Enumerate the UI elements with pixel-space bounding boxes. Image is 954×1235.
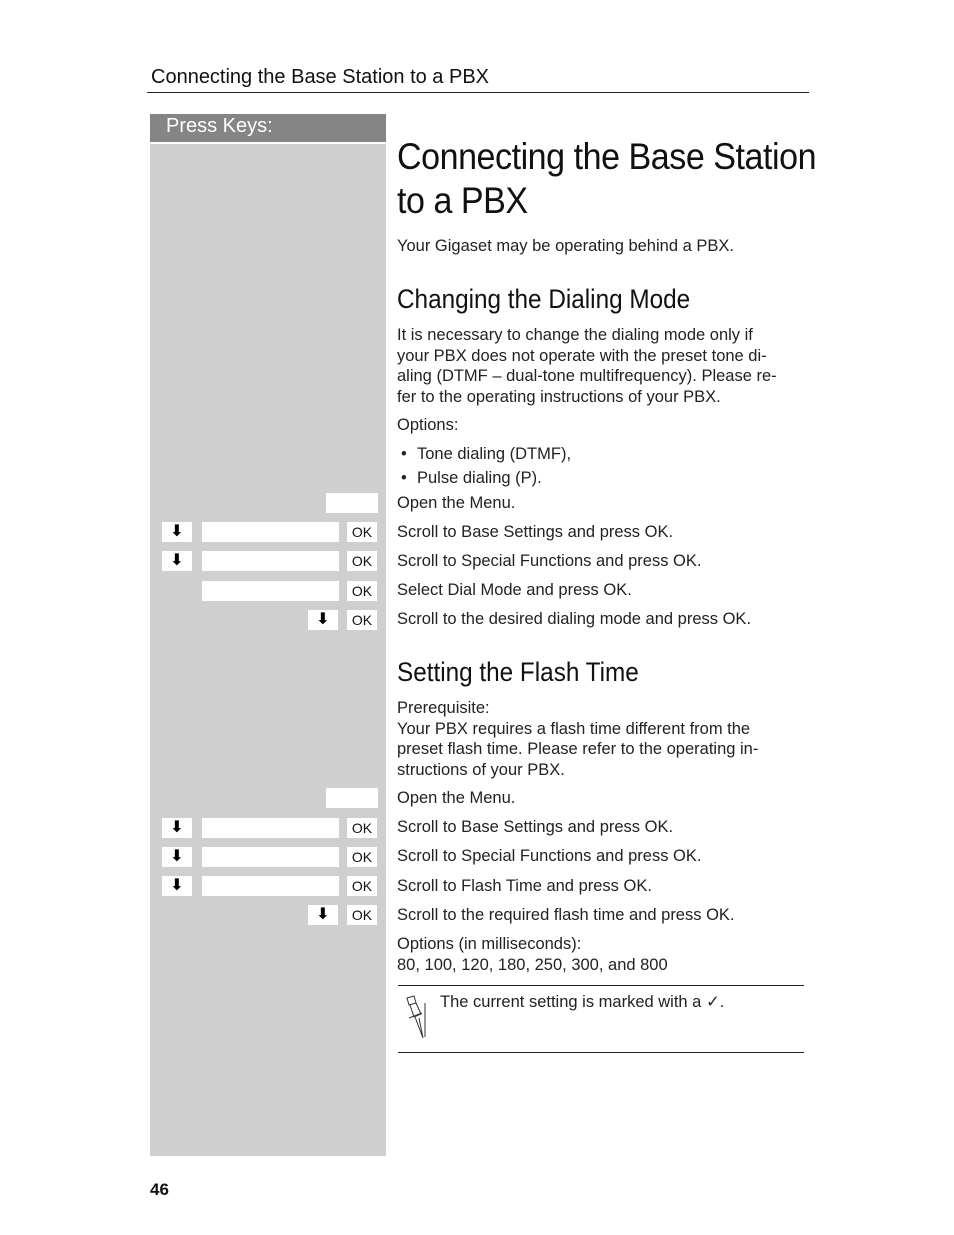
running-header: Connecting the Base Station to a PBX	[151, 66, 489, 88]
ok-key[interactable]: OK	[347, 905, 377, 925]
step-text: Open the Menu.	[397, 494, 516, 512]
title-line-2: to a PBX	[397, 180, 528, 221]
arrow-down-icon[interactable]: ⬇	[162, 522, 192, 542]
step-text: Scroll to Base Settings and press OK.	[397, 523, 674, 541]
step-text: Scroll to Flash Time and press OK.	[397, 877, 652, 895]
display-field	[202, 847, 339, 867]
dialing-mode-body: It is necessary to change the dialing mo…	[397, 325, 809, 407]
page-number: 46	[150, 1180, 169, 1199]
ok-key[interactable]: OK	[347, 610, 377, 630]
prerequisite-block: Prerequisite: Your PBX requires a flash …	[397, 698, 809, 780]
body-line: preset flash time. Please refer to the o…	[397, 740, 759, 758]
step-text: Scroll to Special Functions and press OK…	[397, 552, 702, 570]
ok-key[interactable]: OK	[347, 581, 377, 601]
ok-key[interactable]: OK	[347, 522, 377, 542]
step-text: Scroll to Special Functions and press OK…	[397, 847, 702, 865]
step-text: Scroll to the desired dialing mode and p…	[397, 610, 752, 628]
hint-top-rule	[398, 985, 804, 986]
body-line: fer to the operating instructions of you…	[397, 387, 721, 406]
display-field	[202, 522, 339, 542]
display-field	[202, 551, 339, 571]
arrow-down-icon[interactable]: ⬇	[308, 610, 338, 630]
press-keys-label: Press Keys:	[166, 115, 273, 137]
section-heading-flash-time: Setting the Flash Time	[397, 657, 639, 687]
body-line: It is necessary to change the dialing mo…	[397, 326, 753, 344]
arrow-down-icon[interactable]: ⬇	[162, 847, 192, 867]
option-item: Tone dialing (DTMF),	[401, 444, 829, 465]
display-field	[202, 818, 339, 838]
step-text: Scroll to the required flash time and pr…	[397, 906, 735, 924]
step-text: Select Dial Mode and press OK.	[397, 581, 632, 599]
hint-text: The current setting is marked with a ✓.	[440, 993, 725, 1011]
step-text: Open the Menu.	[397, 789, 516, 807]
ok-key[interactable]: OK	[347, 818, 377, 838]
pushpin-icon	[404, 993, 430, 1041]
title-line-1: Connecting the Base Station	[397, 136, 817, 177]
press-keys-column	[150, 144, 386, 1156]
section-heading-dialing-mode: Changing the Dialing Mode	[397, 284, 691, 314]
arrow-down-icon[interactable]: ⬇	[162, 876, 192, 896]
step-text: Scroll to Base Settings and press OK.	[397, 818, 674, 836]
options-values: 80, 100, 120, 180, 250, 300, and 800	[397, 955, 668, 974]
arrow-down-icon[interactable]: ⬇	[162, 551, 192, 571]
arrow-down-icon[interactable]: ⬇	[162, 818, 192, 838]
prereq-label: Prerequisite:	[397, 699, 490, 717]
hint-bottom-rule	[398, 1052, 804, 1053]
options-label: Options (in milliseconds):	[397, 935, 582, 953]
press-keys-header: Press Keys:	[150, 114, 386, 142]
display-field	[202, 581, 339, 601]
ok-key[interactable]: OK	[347, 847, 377, 867]
arrow-down-icon[interactable]: ⬇	[308, 905, 338, 925]
ok-key[interactable]: OK	[347, 551, 377, 571]
body-line: aling (DTMF – dual-tone multifrequency).…	[397, 367, 777, 385]
body-line: your PBX does not operate with the prese…	[397, 346, 767, 365]
flash-options: Options (in milliseconds): 80, 100, 120,…	[397, 934, 809, 975]
body-line: structions of your PBX.	[397, 760, 565, 779]
page-title: Connecting the Base Station to a PBX	[397, 135, 829, 223]
intro-text: Your Gigaset may be operating behind a P…	[397, 237, 734, 255]
menu-key[interactable]	[326, 788, 378, 808]
menu-key[interactable]	[326, 493, 378, 513]
body-line: Your PBX requires a flash time different…	[397, 719, 751, 738]
options-label: Options:	[397, 416, 459, 434]
header-rule	[147, 92, 809, 93]
option-item: Pulse dialing (P).	[401, 468, 829, 489]
display-field	[202, 876, 339, 896]
ok-key[interactable]: OK	[347, 876, 377, 896]
